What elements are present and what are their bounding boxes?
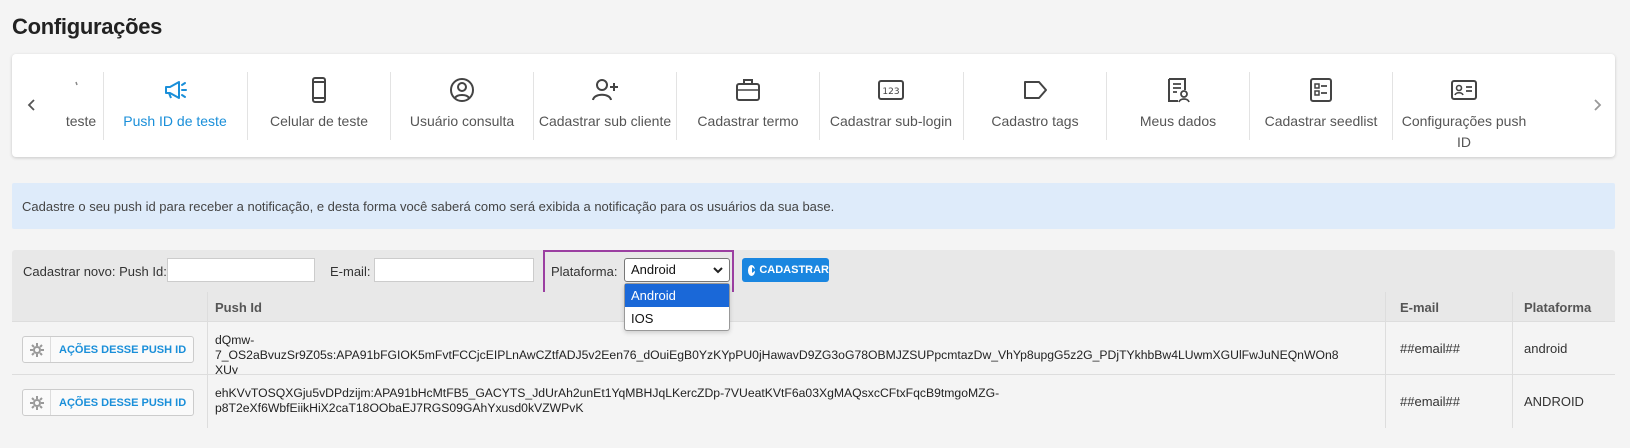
- tab-label: Cadastrar seedlist: [1264, 113, 1378, 129]
- play-circle-icon: [748, 264, 757, 276]
- svg-text:123: 123: [882, 87, 899, 97]
- email-cell: ##email##: [1400, 341, 1460, 356]
- user-circle-icon: [388, 70, 536, 104]
- gear-icon: [23, 337, 51, 362]
- tab-label: Celular de teste: [269, 113, 369, 129]
- pushid-cell: dQmw- 7_OS2aBvuzSr9Z05s:APA91bFGIOK5mFvt…: [215, 333, 1343, 378]
- email-cell: ##email##: [1400, 394, 1460, 409]
- tab-label: Cadastrar termo: [697, 113, 799, 129]
- chevron-down-icon: [713, 267, 723, 274]
- tab-label: Cadastrar sub-login: [829, 113, 953, 129]
- info-banner: Cadastre o seu push id para receber a no…: [12, 183, 1615, 229]
- tab-label: Cadastrar sub cliente: [538, 113, 672, 129]
- cadastrar-button[interactable]: CADASTRAR: [742, 258, 829, 282]
- tab-cadastrar-seedlist[interactable]: Cadastrar seedlist: [1247, 70, 1395, 145]
- megaphone-icon: [101, 70, 249, 104]
- tab-meus-dados[interactable]: Meus dados: [1104, 70, 1252, 145]
- tab-cadastrar-sub-login[interactable]: 123 Cadastrar sub-login: [817, 70, 965, 145]
- tab-label: Meus dados: [1139, 113, 1217, 129]
- platform-label: Plataforma:: [551, 264, 618, 279]
- page-title: Configurações: [12, 14, 163, 39]
- chevron-right-icon: [1594, 99, 1602, 111]
- tab-label: Configurações push ID: [1401, 113, 1527, 150]
- gear-icon: [23, 390, 51, 415]
- push-id-table: Push Id E-mail Plataforma AÇÕES DESSE PU…: [12, 292, 1615, 428]
- carousel-next-arrow[interactable]: [1587, 90, 1607, 120]
- tab-cadastro-tags[interactable]: Cadastro tags: [961, 70, 1109, 145]
- platform-cell: ANDROID: [1524, 394, 1584, 409]
- settings-tabs-carousel: teste Push ID de teste Celular de teste …: [12, 54, 1615, 157]
- profile-document-icon: [1104, 70, 1252, 104]
- table-header: Push Id E-mail Plataforma: [12, 292, 1615, 321]
- actions-button-label: AÇÕES DESSE PUSH ID: [59, 396, 187, 409]
- header-pushid: Push Id: [215, 300, 262, 315]
- id-card-icon: [1390, 70, 1538, 104]
- tab-push-id-de-teste[interactable]: Push ID de teste: [101, 70, 249, 145]
- platform-selected-value: Android: [631, 262, 676, 277]
- column-divider: [207, 292, 208, 428]
- tab-cadastrar-sub-cliente[interactable]: Cadastrar sub cliente: [531, 70, 679, 145]
- header-platform: Plataforma: [1524, 300, 1592, 315]
- user-plus-icon: [531, 70, 679, 104]
- column-divider: [1512, 292, 1513, 428]
- pushid-line: p8T2eXf6WbfEiikHiX2caT18OObaEJ7RGS09GAhY…: [215, 401, 584, 415]
- checklist-icon: [1247, 70, 1395, 104]
- cadastrar-button-label: CADASTRAR: [759, 264, 829, 276]
- platform-dropdown-list: Android IOS: [624, 283, 730, 331]
- tab-cadastrar-termo[interactable]: Cadastrar termo: [674, 70, 822, 145]
- briefcase-icon: [674, 70, 822, 104]
- table-row: AÇÕES DESSE PUSH ID ehKVvTOSQXGju5vDPdzi…: [12, 374, 1615, 428]
- header-email: E-mail: [1400, 300, 1440, 315]
- pushid-line: dQmw-: [215, 333, 255, 347]
- tab-configuracoes-push-id[interactable]: Configurações push ID: [1390, 70, 1538, 150]
- pushid-cell: ehKVvTOSQXGju5vDPdzijm:APA91bHcMtFB5_GAC…: [215, 386, 1343, 416]
- tab-label: Usuário consulta: [409, 113, 515, 129]
- numeric-123-icon: 123: [817, 70, 965, 104]
- actions-button-label: AÇÕES DESSE PUSH ID: [59, 343, 187, 356]
- email-input[interactable]: [374, 258, 534, 282]
- email-label: E-mail:: [330, 264, 371, 279]
- tab-label: Push ID de teste: [123, 113, 227, 129]
- tab-celular-de-teste[interactable]: Celular de teste: [245, 70, 393, 145]
- tab-label: Cadastro tags: [991, 113, 1079, 129]
- tab-usuario-consulta[interactable]: Usuário consulta: [388, 70, 536, 145]
- smartphone-icon: [245, 70, 393, 104]
- tag-icon: [961, 70, 1109, 104]
- actions-button[interactable]: AÇÕES DESSE PUSH ID: [22, 389, 194, 416]
- platform-cell: android: [1524, 341, 1568, 356]
- table-row: AÇÕES DESSE PUSH ID dQmw- 7_OS2aBvuzSr9Z…: [12, 321, 1615, 378]
- platform-option-ios[interactable]: IOS: [625, 307, 729, 330]
- platform-select[interactable]: Android: [624, 258, 730, 282]
- pushid-line: ehKVvTOSQXGju5vDPdzijm:APA91bHcMtFB5_GAC…: [215, 386, 1000, 400]
- actions-button[interactable]: AÇÕES DESSE PUSH ID: [22, 336, 194, 363]
- platform-option-android[interactable]: Android: [625, 284, 729, 307]
- column-divider: [1385, 292, 1386, 428]
- pushid-label: Cadastrar novo: Push Id:: [23, 264, 167, 279]
- pushid-input[interactable]: [167, 258, 315, 282]
